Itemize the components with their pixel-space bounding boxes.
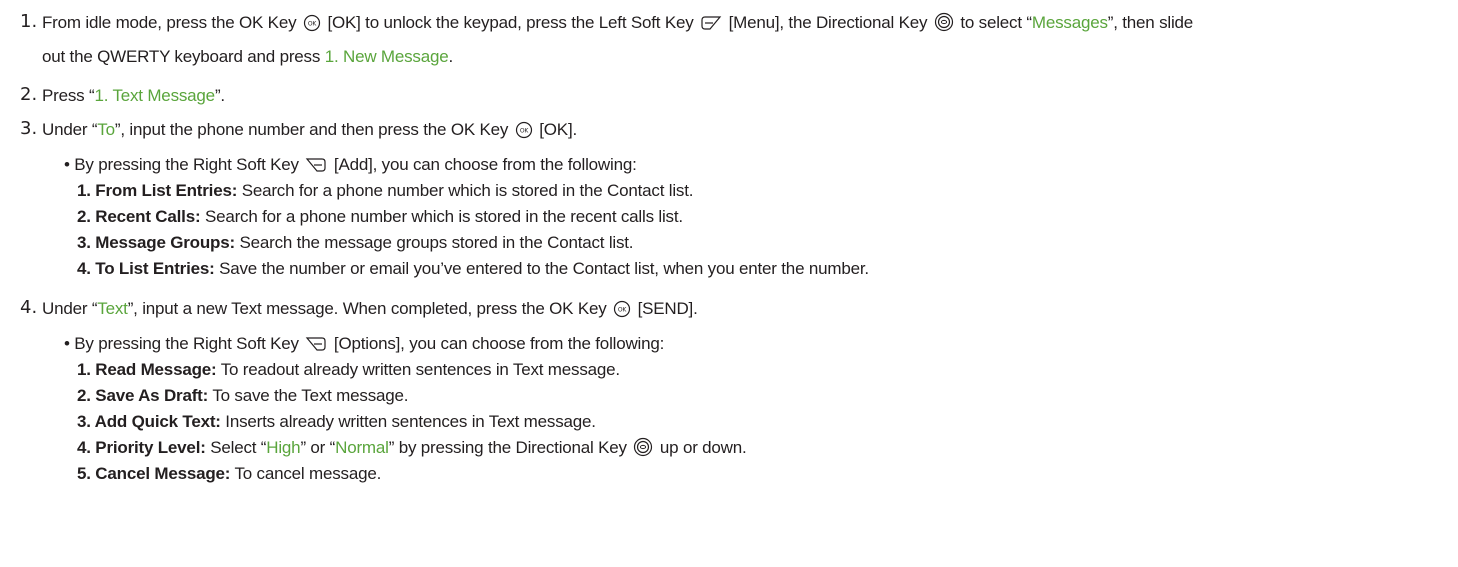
step-1-line-1: From idle mode, press the OK Key OK [OK]… [42, 12, 1193, 38]
highlight-normal: Normal [335, 438, 389, 457]
highlight-messages: Messages [1031, 13, 1108, 32]
step-3-bullet: • By pressing the Right Soft Key [Add], … [64, 154, 637, 180]
step-number: 4. [20, 297, 38, 318]
directional-key-icon [633, 437, 653, 463]
highlight-new-message: 1. New Message [324, 47, 449, 66]
ok-key-icon: OK [303, 14, 321, 38]
bullet-dot: • [64, 155, 75, 174]
right-soft-key-icon [305, 156, 327, 180]
left-soft-key-icon [700, 14, 722, 38]
bullet-dot: • [64, 334, 75, 353]
option-item: 4. Priority Level: Select “High” or “Nor… [77, 437, 747, 463]
option-item: 1. From List Entries: Search for a phone… [77, 181, 694, 200]
svg-text:OK: OK [308, 21, 318, 28]
highlight-text-message: 1. Text Message [94, 86, 215, 105]
manual-page: 1. From idle mode, press the OK Key OK [… [0, 0, 1458, 567]
option-item: 4. To List Entries: Save the number or e… [77, 259, 869, 278]
option-item: 3. Add Quick Text: Inserts already writt… [77, 412, 596, 431]
step-2-line: Press “1. Text Message”. [42, 86, 225, 105]
option-item: 2. Save As Draft: To save the Text messa… [77, 386, 409, 405]
right-soft-key-icon [305, 335, 327, 359]
svg-text:OK: OK [520, 128, 530, 135]
step-4-bullet: • By pressing the Right Soft Key [Option… [64, 333, 664, 359]
step-1-line-2: out the QWERTY keyboard and press 1. New… [42, 47, 454, 66]
option-item: 2. Recent Calls: Search for a phone numb… [77, 207, 683, 226]
option-item: 5. Cancel Message: To cancel message. [77, 464, 382, 483]
option-item: 3. Message Groups: Search the message gr… [77, 233, 634, 252]
step-number: 1. [20, 11, 38, 32]
highlight-to: To [97, 120, 115, 139]
step-3-line: Under “To”, input the phone number and t… [42, 119, 577, 145]
step-number: 3. [20, 118, 38, 139]
option-item: 1. Read Message: To readout already writ… [77, 360, 620, 379]
svg-text:OK: OK [618, 307, 628, 314]
highlight-text: Text [97, 299, 128, 318]
ok-key-icon: OK [613, 300, 631, 324]
ok-key-icon: OK [515, 121, 533, 145]
step-number: 2. [20, 84, 38, 105]
directional-key-icon [934, 12, 954, 38]
highlight-high: High [266, 438, 301, 457]
step-4-line: Under “Text”, input a new Text message. … [42, 298, 698, 324]
